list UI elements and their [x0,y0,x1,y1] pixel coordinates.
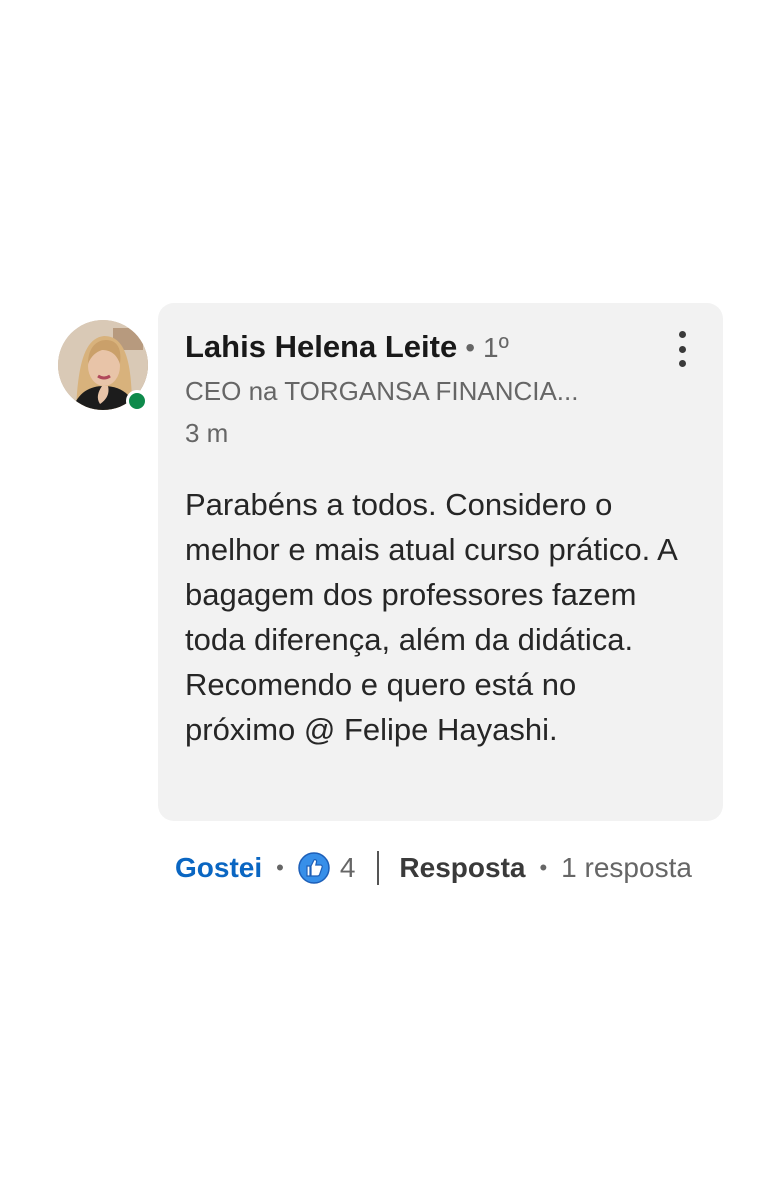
more-options-icon-dot [678,345,686,353]
comment-timestamp: 3 m [185,418,229,448]
reaction-count[interactable]: 4 [340,852,356,884]
thumbs-up-icon[interactable] [298,852,330,884]
degree-separator: • [465,332,476,363]
comment-bubble: Lahis Helena Leite • 1º CEO na TORGANSA F… [158,303,723,821]
author-avatar[interactable] [58,320,150,412]
action-divider [377,851,380,885]
comment-text: Parabéns a todos. Considero o melhor e m… [185,487,677,747]
connection-degree-value: 1º [483,332,509,363]
reply-button[interactable]: Resposta [399,852,525,884]
comment-header: Lahis Helena Leite • 1º [185,327,697,368]
online-status-indicator [126,390,148,412]
action-separator: • [276,855,284,880]
reply-count-link[interactable]: 1 resposta [561,852,692,884]
connection-degree: • 1º [465,328,509,368]
like-button[interactable]: Gostei [175,852,262,884]
more-options-icon [678,331,686,338]
reply-separator: • [539,855,548,880]
author-name[interactable]: Lahis Helena Leite [185,327,457,367]
comment-actions: Gostei • 4 Resposta • 1 resposta [175,848,692,888]
more-options-icon-dot [678,360,686,367]
more-options-button[interactable] [675,331,689,367]
author-headline: CEO na TORGANSA FINANCIA... [185,376,579,406]
